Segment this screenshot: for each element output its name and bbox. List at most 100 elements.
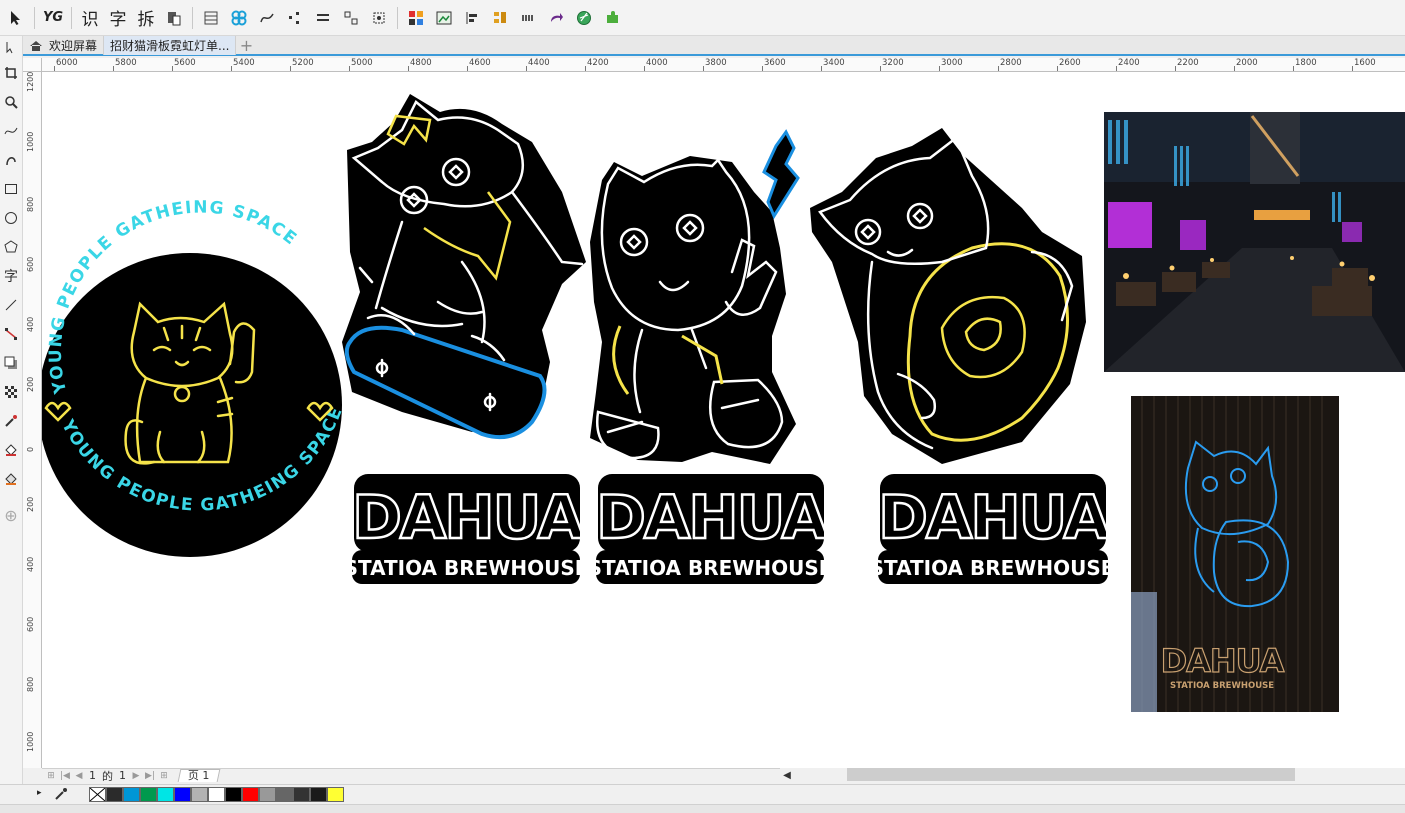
dahua-logo-3[interactable]: DAHUA STATIOA BREWHOUSE: [870, 474, 1115, 584]
redo-arrow-icon[interactable]: [542, 4, 570, 32]
dots-icon[interactable]: [514, 4, 542, 32]
ruler-tick: [349, 66, 350, 71]
restaurant-interior-photo[interactable]: [1104, 112, 1405, 372]
horizontal-scrollbar-thumb[interactable]: [847, 768, 1295, 781]
lucky-cat-badge[interactable]: YOUNG PEOPLE GATHEING SPACE YOUNG PEOPLE…: [42, 198, 347, 557]
ruler-tick: [408, 66, 409, 71]
ruler-tick-label: 5600: [174, 58, 196, 68]
ruler-tick-label: 2600: [1059, 58, 1081, 68]
color-swatch[interactable]: [327, 787, 344, 802]
last-page-icon[interactable]: ▶|: [143, 770, 157, 782]
logo-title: DAHUA: [352, 483, 584, 553]
color-swatch[interactable]: [276, 787, 293, 802]
no-color-swatch[interactable]: [89, 787, 106, 802]
rectangle-tool-icon[interactable]: [0, 174, 22, 203]
add-page-after-icon[interactable]: ⊞: [157, 770, 171, 782]
parallel-dimension-tool-icon[interactable]: [0, 290, 22, 319]
tab-document[interactable]: 招财猫滑板霓虹灯单...: [104, 36, 237, 55]
ruler-tick-label: 1000: [26, 131, 35, 152]
color-swatch[interactable]: [293, 787, 310, 802]
color-swatch[interactable]: [140, 787, 157, 802]
eyedropper-tool-icon[interactable]: [0, 406, 22, 435]
neon-wall-photo[interactable]: DAHUA STATIOA BREWHOUSE: [1131, 396, 1339, 712]
ellipse-tool-icon[interactable]: [0, 203, 22, 232]
shadow-tool-icon[interactable]: [0, 348, 22, 377]
ruler-tick: [939, 66, 940, 71]
globe-icon[interactable]: [570, 4, 598, 32]
color-swatch[interactable]: [310, 787, 327, 802]
ruler-tick-label: 1200: [26, 71, 35, 92]
node-icon[interactable]: [281, 4, 309, 32]
color-swatch[interactable]: [106, 787, 123, 802]
table-icon[interactable]: [197, 4, 225, 32]
toolbar-separator: [192, 6, 193, 29]
crop-tool-icon[interactable]: [0, 58, 22, 87]
palette-menu-icon[interactable]: ▸: [37, 788, 42, 798]
add-page-before-icon[interactable]: ⊞: [44, 770, 58, 782]
status-bar: [0, 804, 1405, 813]
bread-cat-illustration[interactable]: [810, 128, 1086, 464]
dahua-logo-1[interactable]: DAHUA STATIOA BREWHOUSE: [344, 474, 589, 584]
shape-tool-icon[interactable]: [0, 36, 22, 58]
color-swatch[interactable]: [174, 787, 191, 802]
text-tool-icon[interactable]: 字: [0, 261, 22, 290]
connector-tool-icon[interactable]: [0, 319, 22, 348]
drawing-canvas[interactable]: YOUNG PEOPLE GATHEING SPACE YOUNG PEOPLE…: [42, 72, 1405, 768]
distribute-icon[interactable]: [486, 4, 514, 32]
color-swatch[interactable]: [157, 787, 174, 802]
curve-icon[interactable]: [253, 4, 281, 32]
align-icon[interactable]: [458, 4, 486, 32]
freehand-tool-icon[interactable]: [0, 116, 22, 145]
split-button[interactable]: 拆: [132, 4, 160, 32]
yg-plugin-button[interactable]: YG: [39, 4, 67, 32]
artistic-media-tool-icon[interactable]: [0, 145, 22, 174]
recognize-button[interactable]: 识: [76, 4, 104, 32]
ruler-tick: [290, 66, 291, 71]
ruler-tick-label: 4000: [646, 58, 668, 68]
logo-subtitle: STATIOA BREWHOUSE: [870, 556, 1115, 580]
ruler-tick-label: 1800: [1295, 58, 1317, 68]
skateboard-cat-illustration[interactable]: [342, 94, 586, 439]
neon-wall-logo-subtitle: STATIOA BREWHOUSE: [1170, 681, 1274, 691]
ruler-tick: [113, 66, 114, 71]
color-swatch[interactable]: [191, 787, 208, 802]
transparency-tool-icon[interactable]: [0, 377, 22, 406]
add-tool-icon[interactable]: ⊕: [0, 501, 22, 530]
group-icon[interactable]: [337, 4, 365, 32]
plugin-puzzle-icon[interactable]: [598, 4, 626, 32]
prev-page-icon[interactable]: ◀: [72, 770, 86, 782]
smart-fill-tool-icon[interactable]: [0, 464, 22, 493]
fill-tool-icon[interactable]: [0, 435, 22, 464]
ruler-tick-label: 800: [26, 676, 35, 692]
pattern-icon[interactable]: [225, 4, 253, 32]
text-button[interactable]: 字: [104, 4, 132, 32]
dahua-logo-2[interactable]: DAHUA STATIOA BREWHOUSE: [588, 474, 833, 584]
vertical-ruler[interactable]: 1200 1000 800 600 400 200 0 200 400 600 800 1000: [23, 72, 42, 768]
color-swatch[interactable]: [225, 787, 242, 802]
first-page-icon[interactable]: |◀: [58, 770, 72, 782]
paste-icon[interactable]: [160, 4, 188, 32]
ruler-tick-label: 6000: [56, 58, 78, 68]
lines-icon[interactable]: [309, 4, 337, 32]
eyedropper-icon[interactable]: [54, 787, 68, 804]
peace-sign-cat-illustration[interactable]: [590, 129, 800, 464]
ruler-tick-label: 4400: [528, 58, 550, 68]
color-swatch[interactable]: [259, 787, 276, 802]
page-tab-1[interactable]: 页 1: [177, 769, 220, 782]
image-icon[interactable]: [430, 4, 458, 32]
color-swatch[interactable]: [123, 787, 140, 802]
tab-welcome[interactable]: 欢迎屏幕: [23, 36, 105, 55]
bounding-icon[interactable]: [365, 4, 393, 32]
pick-tool-icon[interactable]: [2, 4, 30, 32]
color-grid-icon[interactable]: [402, 4, 430, 32]
scroll-left-icon[interactable]: ◀: [780, 768, 794, 782]
polygon-tool-icon[interactable]: [0, 232, 22, 261]
color-swatch[interactable]: [208, 787, 225, 802]
ruler-tick-label: 200: [26, 376, 35, 392]
next-page-icon[interactable]: ▶: [129, 770, 143, 782]
add-tab-icon[interactable]: +: [236, 36, 256, 55]
ruler-origin[interactable]: [23, 58, 42, 72]
zoom-tool-icon[interactable]: [0, 87, 22, 116]
color-swatch[interactable]: [242, 787, 259, 802]
horizontal-ruler[interactable]: 6000 5800 5600 5400 5200 5000 4800 4600 4400 4200…: [42, 58, 1405, 72]
